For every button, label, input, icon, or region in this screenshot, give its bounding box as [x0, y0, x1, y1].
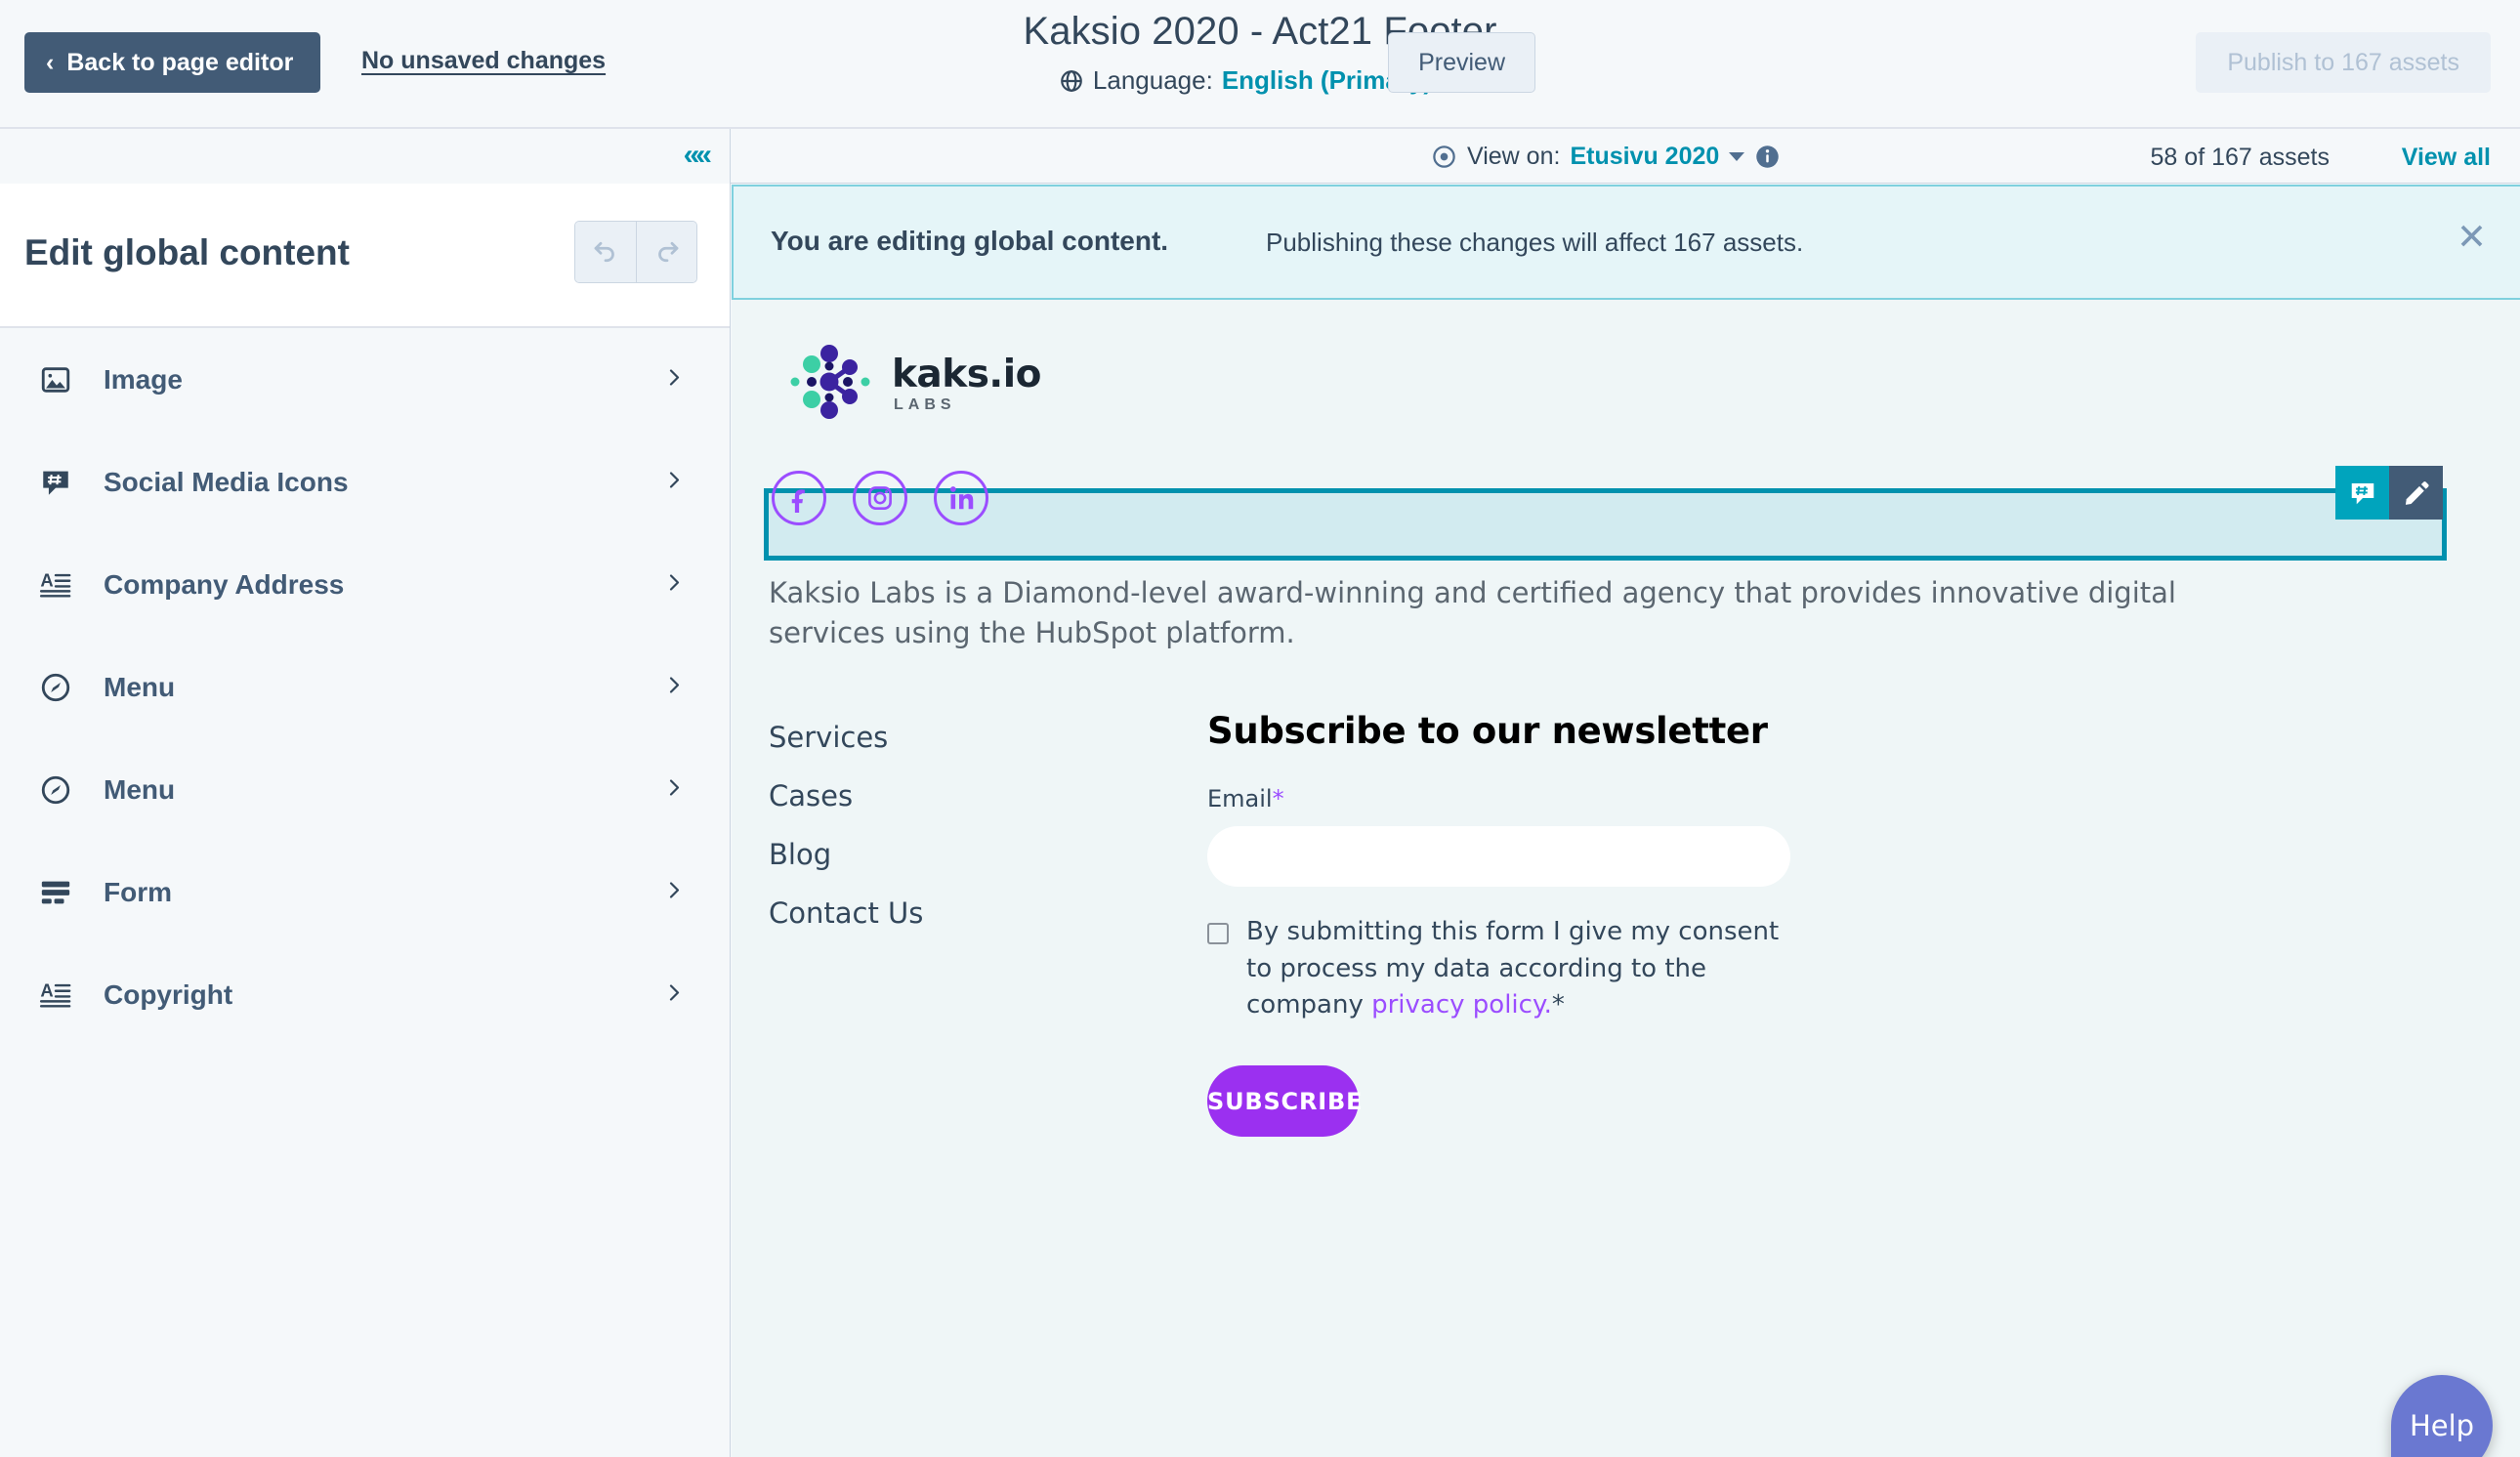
footer-link-services[interactable]: Services — [769, 715, 923, 760]
privacy-policy-link[interactable]: privacy policy. — [1371, 990, 1552, 1020]
footer-menu-column: Services Cases Blog Contact Us — [769, 715, 923, 936]
required-marker: * — [1272, 785, 1284, 812]
notice-headline: You are editing global content. — [771, 226, 1169, 256]
module-list: Image Social Media Icons A Company Addre… — [0, 328, 730, 1046]
view-on-value[interactable]: Etusivu 2020 — [1570, 143, 1719, 171]
info-icon[interactable] — [1754, 144, 1781, 170]
sidebar-item-menu-1[interactable]: Menu — [0, 636, 730, 738]
sidebar-item-label: Social Media Icons — [104, 466, 349, 497]
global-content-sidebar: Edit global content Image Social Media I… — [0, 184, 731, 1457]
sidebar-toolbar: «« — [0, 129, 731, 184]
sidebar-item-menu-2[interactable]: Menu — [0, 738, 730, 841]
globe-icon — [1059, 68, 1084, 94]
redo-button[interactable] — [636, 222, 696, 282]
preview-button[interactable]: Preview — [1388, 32, 1535, 93]
footer-link-blog[interactable]: Blog — [769, 832, 923, 877]
image-icon — [39, 363, 82, 396]
page-preview-canvas: kaks.io LABS Kaksio Labs is a Diamond-le… — [732, 300, 2520, 1457]
rich-text-icon: A — [39, 568, 82, 602]
newsletter-form: Subscribe to our newsletter Email* By su… — [1207, 710, 1803, 1138]
sidebar-item-label: Menu — [104, 773, 176, 805]
consent-text: By submitting this form I give my consen… — [1246, 914, 1793, 1024]
social-icons-icon — [39, 466, 82, 499]
collapse-sidebar-icon[interactable]: «« — [684, 141, 712, 170]
logo-mark-icon — [785, 344, 875, 425]
sidebar-item-label: Image — [104, 363, 183, 395]
selected-module-social-media-icons[interactable] — [764, 466, 2447, 561]
chevron-down-icon[interactable] — [1729, 152, 1745, 161]
sidebar-item-label: Form — [104, 876, 172, 907]
module-type-social-icon[interactable] — [2335, 466, 2389, 520]
undo-button[interactable] — [575, 222, 636, 282]
chevron-right-icon — [662, 570, 686, 599]
footer-link-contact-us[interactable]: Contact Us — [769, 891, 923, 936]
sidebar-title: Edit global content — [24, 232, 350, 272]
sidebar-item-copyright[interactable]: A Copyright — [0, 943, 730, 1046]
instagram-icon[interactable] — [853, 471, 907, 525]
eye-icon — [1431, 144, 1457, 170]
notice-detail: Publishing these changes will affect 167… — [1266, 228, 1804, 257]
menu-compass-icon — [39, 671, 82, 704]
rich-text-icon: A — [39, 978, 82, 1012]
sidebar-item-label: Menu — [104, 671, 176, 702]
sidebar-item-label: Copyright — [104, 978, 233, 1010]
email-field-label: Email* — [1207, 785, 1803, 812]
facebook-icon[interactable] — [772, 471, 826, 525]
svg-text:A: A — [40, 569, 53, 590]
sidebar-item-image[interactable]: Image — [0, 328, 730, 431]
edit-module-pencil-icon[interactable] — [2389, 466, 2443, 520]
email-input[interactable] — [1207, 826, 1790, 887]
sidebar-item-social-media-icons[interactable]: Social Media Icons — [0, 431, 730, 533]
help-button[interactable]: Help — [2391, 1375, 2493, 1457]
logo-wordmark: kaks.io LABS — [892, 355, 1041, 413]
consent-row: By submitting this form I give my consen… — [1207, 914, 1793, 1024]
consent-text-after: * — [1551, 990, 1565, 1020]
subscribe-button[interactable]: SUBSCRIBE — [1207, 1065, 1362, 1138]
email-label-text: Email — [1207, 785, 1273, 812]
language-label: Language: — [1092, 65, 1213, 95]
language-selector[interactable]: Language: English (Primary) — [0, 65, 2520, 96]
assets-count-label: 58 of 167 assets — [2150, 144, 2330, 171]
top-toolbar: ‹ Back to page editor No unsaved changes… — [0, 0, 2520, 129]
logo-subtitle: LABS — [894, 396, 956, 413]
consent-checkbox[interactable] — [1207, 923, 1229, 944]
newsletter-heading: Subscribe to our newsletter — [1207, 710, 1768, 752]
view-on-label: View on: — [1467, 143, 1561, 170]
chevron-right-icon — [662, 365, 686, 394]
chevron-right-icon — [662, 980, 686, 1009]
close-icon[interactable]: ✕ — [2457, 219, 2487, 255]
form-icon — [39, 876, 82, 909]
footer-link-cases[interactable]: Cases — [769, 773, 923, 818]
svg-text:A: A — [40, 979, 53, 1000]
menu-compass-icon — [39, 773, 82, 807]
logo-name: kaks.io — [892, 353, 1041, 396]
module-toolbar — [2335, 466, 2443, 520]
sidebar-item-form[interactable]: Form — [0, 841, 730, 943]
sidebar-item-label: Company Address — [104, 568, 345, 600]
footer-description: Kaksio Labs is a Diamond-level award-win… — [769, 576, 2176, 650]
undo-redo-group — [574, 221, 697, 283]
view-on-selector: View on: Etusivu 2020 — [1431, 143, 1781, 171]
global-content-notice: You are editing global content. Publishi… — [732, 185, 2520, 300]
view-all-link[interactable]: View all — [2402, 144, 2491, 172]
sidebar-item-company-address[interactable]: A Company Address — [0, 533, 730, 636]
publish-button[interactable]: Publish to 167 assets — [2196, 32, 2491, 93]
social-icons-row — [769, 471, 988, 525]
chevron-right-icon — [662, 673, 686, 701]
chevron-right-icon — [662, 468, 686, 496]
chevron-right-icon — [662, 775, 686, 804]
linkedin-icon[interactable] — [934, 471, 988, 525]
sidebar-header: Edit global content — [0, 184, 730, 328]
chevron-right-icon — [662, 878, 686, 906]
site-logo: kaks.io LABS — [785, 344, 1041, 425]
secondary-toolbar: «« View on: Etusivu 2020 58 of 167 asset… — [0, 129, 2520, 184]
